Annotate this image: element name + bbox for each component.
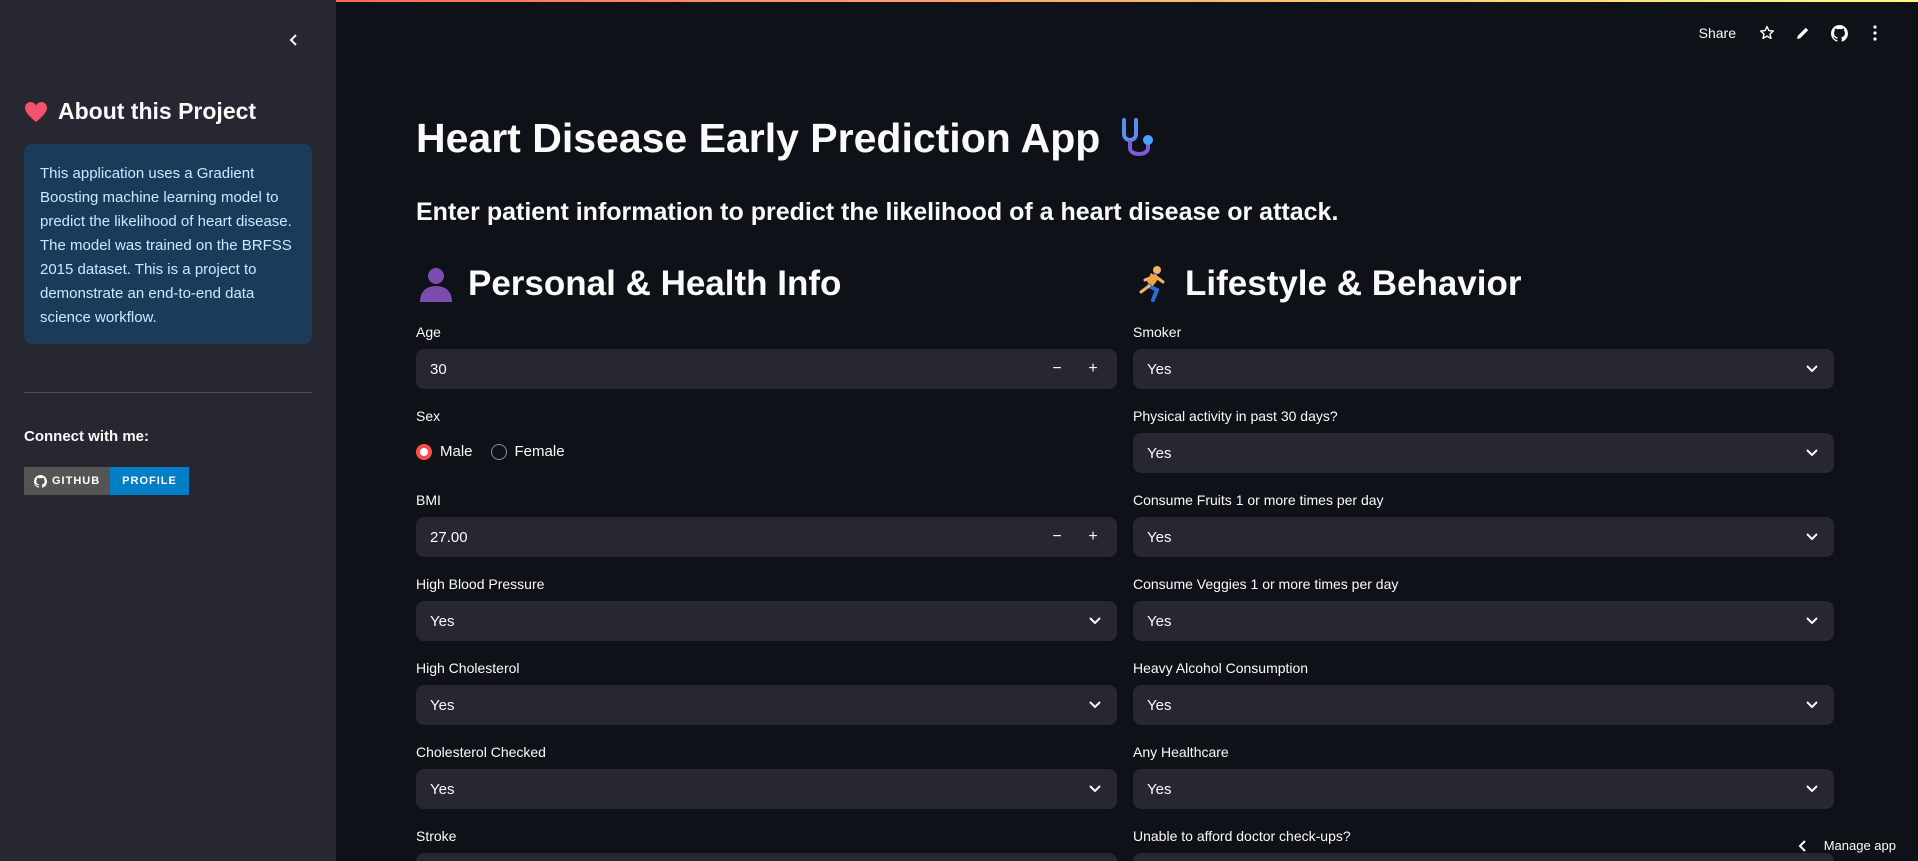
bmi-number-input[interactable]: 27.00 − + [416, 517, 1117, 557]
sex-option-female[interactable]: Female [490, 443, 565, 460]
sex-label: Sex [416, 408, 441, 424]
page-title: Heart Disease Early Prediction App [416, 114, 1162, 162]
high-bp-select[interactable]: Yes [416, 601, 1117, 641]
sidebar-title: About this Project [24, 98, 256, 125]
manage-app-label: Manage app [1823, 838, 1896, 853]
high-bp-value: Yes [430, 612, 455, 630]
sex-option-male-label: Male [440, 443, 473, 460]
info-box: This application uses a Gradient Boostin… [24, 144, 312, 344]
collapse-sidebar-button[interactable] [282, 28, 306, 52]
alcohol-label: Heavy Alcohol Consumption [1133, 660, 1309, 676]
alcohol-value: Yes [1147, 696, 1172, 714]
smoker-value: Yes [1147, 360, 1172, 378]
page-title-text: Heart Disease Early Prediction App [416, 114, 1101, 161]
chevron-down-icon [1804, 613, 1820, 629]
high-bp-label: High Blood Pressure [416, 576, 545, 592]
sex-option-male[interactable]: Male [416, 443, 473, 460]
connect-heading: Connect with me: [24, 428, 150, 445]
bmi-decrement-button[interactable]: − [1047, 527, 1067, 547]
chevron-left-icon [1798, 839, 1806, 852]
phys-activity-value: Yes [1147, 444, 1172, 462]
high-chol-value: Yes [430, 696, 455, 714]
stroke-label: Stroke [416, 828, 457, 844]
bmi-label: BMI [416, 492, 441, 508]
chol-check-select[interactable]: Yes [416, 769, 1117, 809]
healthcare-label: Any Healthcare [1133, 744, 1229, 760]
sidebar-divider [24, 392, 312, 393]
chevron-down-icon [1804, 361, 1820, 377]
smoker-label: Smoker [1133, 324, 1182, 340]
chevron-down-icon [1804, 781, 1820, 797]
stethoscope-icon [1122, 118, 1154, 156]
kebab-menu-icon [1873, 25, 1877, 41]
chevron-down-icon [1804, 529, 1820, 545]
fruits-value: Yes [1147, 528, 1172, 546]
alcohol-select[interactable]: Yes [1133, 685, 1834, 725]
chol-check-label: Cholesterol Checked [416, 744, 546, 760]
chevron-down-icon [1804, 697, 1820, 713]
running-person-icon [1139, 266, 1165, 302]
sidebar: About this Project This application uses… [0, 0, 336, 861]
age-decrement-button[interactable]: − [1047, 359, 1067, 379]
personal-health-header: Personal & Health Info [416, 262, 1117, 306]
sidebar-title-text: About this Project [58, 98, 257, 124]
high-chol-label: High Cholesterol [416, 660, 520, 676]
age-increment-button[interactable]: + [1083, 359, 1103, 379]
veggies-label: Consume Veggies 1 or more times per day [1133, 576, 1399, 592]
badge-left-text: GITHUB [52, 475, 101, 487]
lifestyle-column: Lifestyle & Behavior Smoker Yes Physical… [1133, 262, 1834, 861]
doctor-cost-label: Unable to afford doctor check-ups? [1133, 828, 1351, 844]
chol-check-value: Yes [430, 780, 455, 798]
phys-activity-select[interactable]: Yes [1133, 433, 1834, 473]
sex-radio-group: Male Female [416, 443, 565, 460]
high-chol-select[interactable]: Yes [416, 685, 1117, 725]
chevron-down-icon [1087, 613, 1103, 629]
bmi-value: 27.00 [430, 528, 468, 546]
radio-selected-icon [416, 443, 432, 460]
manage-app-button[interactable]: Manage app [1798, 838, 1896, 853]
phys-activity-label: Physical activity in past 30 days? [1133, 408, 1338, 424]
radio-unselected-icon [490, 443, 507, 460]
healthcare-value: Yes [1147, 780, 1172, 798]
veggies-value: Yes [1147, 612, 1172, 630]
fruits-select[interactable]: Yes [1133, 517, 1834, 557]
main-menu-button[interactable] [1864, 22, 1886, 44]
age-value: 30 [430, 360, 447, 378]
personal-health-header-text: Personal & Health Info [468, 264, 842, 303]
personal-health-column: Personal & Health Info Age 30 − + Sex Mal… [416, 262, 1117, 861]
github-profile-badge[interactable]: GITHUB PROFILE [24, 467, 189, 495]
bmi-increment-button[interactable]: + [1083, 527, 1103, 547]
lifestyle-header: Lifestyle & Behavior [1133, 262, 1834, 306]
healthcare-select[interactable]: Yes [1133, 769, 1834, 809]
fruits-label: Consume Fruits 1 or more times per day [1133, 492, 1384, 508]
chevron-down-icon [1804, 445, 1820, 461]
chevron-down-icon [1087, 697, 1103, 713]
smoker-select[interactable]: Yes [1133, 349, 1834, 389]
chevron-left-icon [289, 34, 297, 46]
chevron-down-icon [1087, 781, 1103, 797]
badge-right: PROFILE [110, 467, 189, 495]
lifestyle-header-text: Lifestyle & Behavior [1185, 264, 1522, 303]
veggies-select[interactable]: Yes [1133, 601, 1834, 641]
age-number-input[interactable]: 30 − + [416, 349, 1117, 389]
stroke-select[interactable] [416, 853, 1117, 861]
age-label: Age [416, 324, 441, 340]
main-content: Heart Disease Early Prediction App Enter… [416, 0, 1836, 861]
person-silhouette-icon [420, 268, 452, 302]
github-icon [34, 474, 47, 488]
page-subheader: Enter patient information to predict the… [416, 198, 1339, 226]
heart-icon [25, 101, 47, 122]
sex-option-female-label: Female [514, 443, 565, 460]
badge-left: GITHUB [24, 467, 111, 495]
doctor-cost-select[interactable] [1133, 853, 1834, 861]
